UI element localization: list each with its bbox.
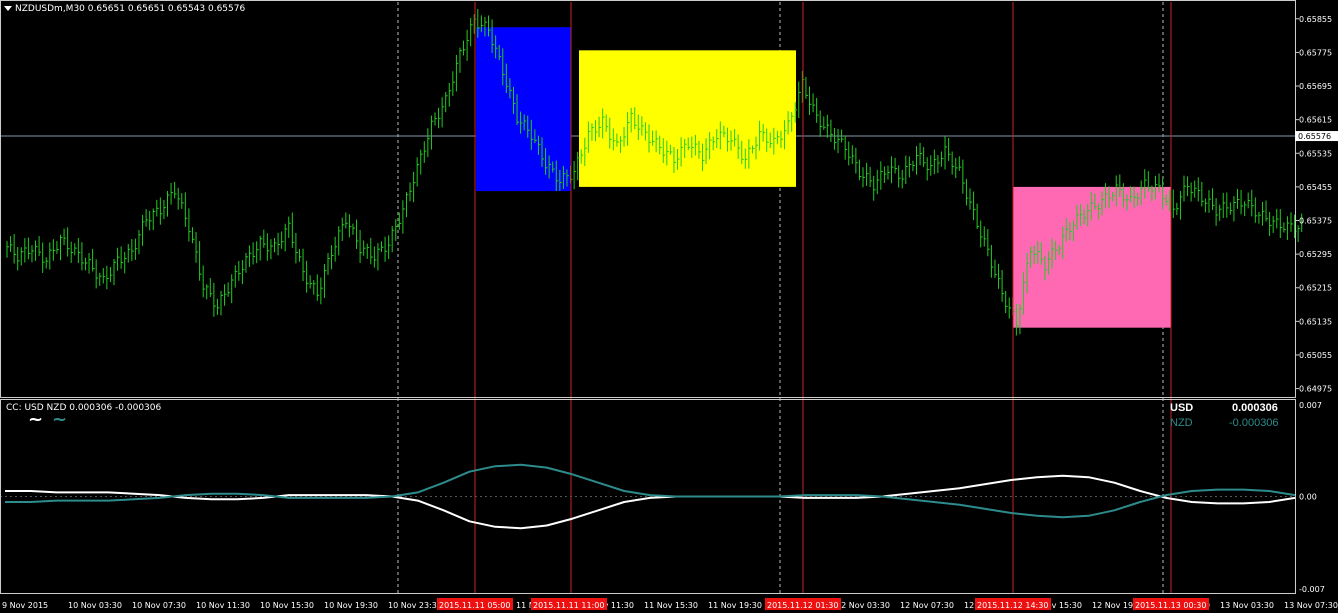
- price-tick-label: 0.65615: [1299, 116, 1332, 125]
- time-tick-label: 10 Nov 23:30: [388, 601, 442, 610]
- current-price-label: 0.65576: [1298, 132, 1331, 141]
- highlight-box-yellow[interactable]: [579, 50, 796, 187]
- time-tick-label: 10 Nov 15:30: [260, 601, 314, 610]
- indicator-tick-label: 0.00: [1299, 493, 1317, 502]
- time-tick-label: 10 Nov 19:30: [324, 601, 378, 610]
- time-tick-label: 12 Nov 07:30: [900, 601, 954, 610]
- highlight-boxes: [476, 27, 1171, 328]
- time-marker-label: 2015.11.11 11:00: [533, 601, 604, 610]
- price-axis: 0.65855 0.65775 0.65695 0.65615 0.65535 0.654…: [1295, 15, 1338, 594]
- chevron-down-icon[interactable]: [4, 6, 12, 11]
- legend-usd-value: 0.000306: [1232, 402, 1278, 414]
- legend-nzd-name: NZD: [1170, 417, 1193, 429]
- nzd-tilde-icon: ~: [52, 409, 68, 430]
- time-marker-label: 2015.11.12 14:30: [977, 601, 1048, 610]
- price-tick-label: 0.64975: [1299, 385, 1332, 394]
- symbol-header: NZDUSDm,M30 0.65651 0.65651 0.65543 0.65…: [4, 4, 245, 14]
- time-marker-label: 2015.11.11 05:00: [439, 601, 510, 610]
- price-tick-label: 0.65135: [1299, 317, 1332, 326]
- legend-nzd-value: -0.000306: [1229, 417, 1279, 429]
- time-tick-label: 10 Nov 03:30: [68, 601, 122, 610]
- price-tick-label: 0.65855: [1299, 15, 1332, 24]
- price-tick-label: 0.65375: [1299, 217, 1332, 226]
- time-tick-label: 10 Nov 07:30: [132, 601, 186, 610]
- chart-canvas: 0.65855 0.65775 0.65695 0.65615 0.65535 0.654…: [0, 0, 1338, 610]
- price-tick-label: 0.65055: [1299, 351, 1332, 360]
- indicator-line-usd: [5, 474, 1296, 530]
- price-tick-label: 0.65215: [1299, 284, 1332, 293]
- time-tick-label: 13 Nov 07:30: [1284, 601, 1338, 610]
- price-tick-label: 0.65695: [1299, 82, 1332, 91]
- time-tick-label: 11 Nov 15:30: [644, 601, 698, 610]
- indicator-line-nzd: [5, 463, 1296, 519]
- price-tick-label: 0.65295: [1299, 250, 1332, 259]
- time-tick-label: 13 Nov 03:30: [1220, 601, 1274, 610]
- legend-usd-name: USD: [1170, 402, 1194, 414]
- time-marker-label: 2015.11.12 01:30: [767, 601, 838, 610]
- time-tick-label: 12 Nov 03:30: [836, 601, 890, 610]
- price-tick-label: 0.65775: [1299, 48, 1332, 57]
- indicator-lines: [0, 463, 1296, 530]
- indicator-tick-label: -0.007: [1299, 585, 1325, 594]
- indicator-tick-label: 0.007: [1299, 401, 1322, 410]
- time-tick-label: 10 Nov 11:30: [196, 601, 250, 610]
- price-tick-label: 0.65535: [1299, 149, 1332, 158]
- time-marker-label: 2015.11.13 00:30: [1135, 601, 1206, 610]
- time-tick-label: 11 Nov 19:30: [708, 601, 762, 610]
- time-axis: 9 Nov 2015 10 Nov 03:30 10 Nov 07:30 10 Nov…: [2, 598, 1338, 610]
- price-tick-label: 0.65455: [1299, 183, 1332, 192]
- highlight-box-pink[interactable]: [1013, 186, 1171, 328]
- time-tick-label: 9 Nov 2015: [2, 601, 48, 610]
- usd-tilde-icon: ~: [28, 409, 44, 430]
- symbol-header-text: NZDUSDm,M30 0.65651 0.65651 0.65543 0.65…: [15, 4, 246, 14]
